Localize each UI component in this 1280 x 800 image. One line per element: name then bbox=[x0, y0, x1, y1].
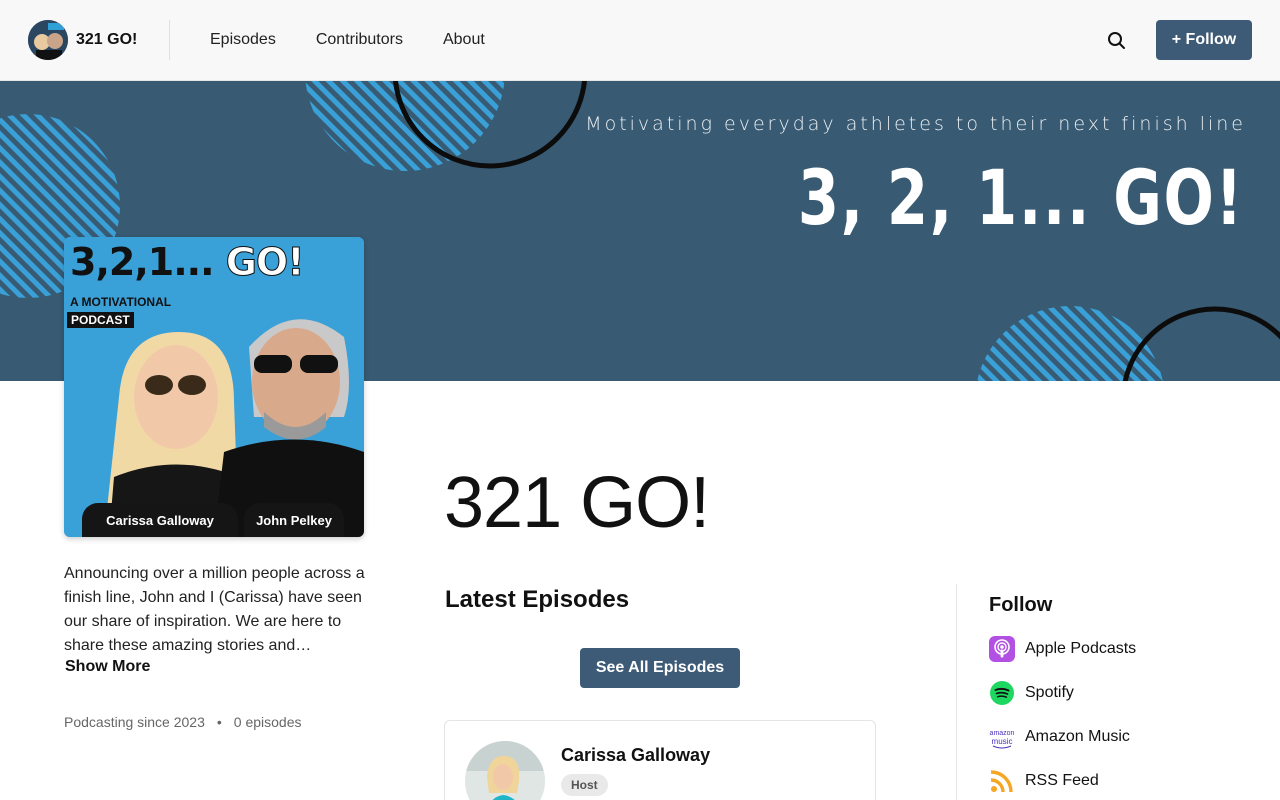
nav-about[interactable]: About bbox=[443, 31, 485, 49]
nav-episodes[interactable]: Episodes bbox=[210, 31, 276, 49]
follow-button[interactable]: + Follow bbox=[1156, 20, 1252, 60]
top-header: 321 GO! Episodes Contributors About + Fo… bbox=[0, 0, 1280, 81]
main-nav: Episodes Contributors About bbox=[210, 0, 485, 80]
podcast-description: Announcing over a million people across … bbox=[64, 565, 365, 654]
apple-podcasts-icon bbox=[989, 636, 1015, 662]
episode-count: 0 episodes bbox=[233, 714, 302, 730]
follow-label: Spotify bbox=[1025, 684, 1074, 701]
latest-episodes-heading: Latest Episodes bbox=[445, 586, 630, 613]
nav-contributors[interactable]: Contributors bbox=[316, 31, 403, 49]
cover-subtitle: A MOTIVATIONAL bbox=[70, 295, 172, 309]
cover-name-left: Carissa Galloway bbox=[82, 503, 238, 537]
svg-text:amazon: amazon bbox=[990, 730, 1015, 737]
amazon-music-icon: amazon music bbox=[989, 724, 1015, 750]
cover-title: 3,2,1... GO! bbox=[70, 240, 305, 284]
sidebar-divider bbox=[956, 584, 957, 800]
search-icon[interactable] bbox=[1104, 28, 1128, 52]
podcast-avatar bbox=[28, 20, 68, 60]
follow-label: RSS Feed bbox=[1025, 772, 1099, 789]
svg-text:music: music bbox=[992, 737, 1013, 746]
brand[interactable]: 321 GO! bbox=[28, 20, 137, 60]
cover-tag: PODCAST bbox=[67, 312, 134, 328]
podcasting-since: Podcasting since 2023 bbox=[64, 714, 205, 730]
spotify-icon bbox=[989, 680, 1015, 706]
follow-rss-feed[interactable]: RSS Feed bbox=[989, 768, 1136, 794]
cover-name-right: John Pelkey bbox=[244, 503, 344, 537]
brand-title: 321 GO! bbox=[76, 31, 138, 48]
follow-amazon-music[interactable]: amazon music Amazon Music bbox=[989, 724, 1136, 750]
meta-separator: • bbox=[216, 714, 222, 730]
see-all-episodes-button[interactable]: See All Episodes bbox=[580, 648, 740, 688]
cover-title-main: 3,2,1... bbox=[70, 240, 214, 284]
show-more-button[interactable]: Show More bbox=[65, 658, 150, 676]
banner-tagline: Motivating everyday athletes to their ne… bbox=[585, 113, 1246, 135]
contributor-role-badge: Host bbox=[561, 774, 608, 796]
follow-apple-podcasts[interactable]: Apple Podcasts bbox=[989, 636, 1136, 662]
page-title: 321 GO! bbox=[444, 463, 710, 543]
follow-label: Amazon Music bbox=[1025, 728, 1130, 745]
cover-title-go: GO! bbox=[225, 240, 305, 284]
follow-label: Apple Podcasts bbox=[1025, 640, 1137, 657]
contributor-name: Carissa Galloway bbox=[561, 745, 711, 765]
podcast-cover: 3,2,1... GO! A MOTIVATIONAL PODCAST Cari… bbox=[64, 237, 364, 537]
follow-links: Apple Podcasts Spotify amazon music Amaz… bbox=[989, 636, 1136, 800]
banner-headline: 3, 2, 1... GO! bbox=[797, 153, 1244, 242]
follow-heading: Follow bbox=[989, 594, 1053, 616]
follow-spotify[interactable]: Spotify bbox=[989, 680, 1136, 706]
header-divider bbox=[169, 20, 170, 60]
contributor-avatar bbox=[465, 741, 545, 800]
podcast-meta: Podcasting since 2023 • 0 episodes bbox=[64, 714, 302, 730]
contributor-card[interactable]: Carissa Galloway Host bbox=[444, 720, 876, 800]
rss-icon bbox=[989, 768, 1015, 794]
